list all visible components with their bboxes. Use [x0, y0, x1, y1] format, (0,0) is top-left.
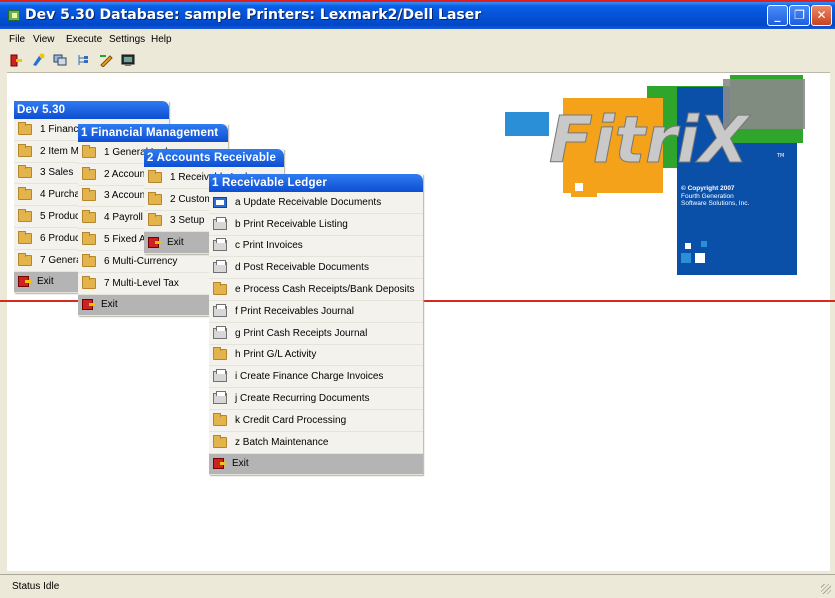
- menu-settings[interactable]: Settings: [109, 34, 145, 45]
- folder-icon: [18, 252, 32, 266]
- folder-icon: [82, 253, 96, 267]
- printer-icon: [213, 260, 227, 274]
- folder-icon: [213, 412, 227, 426]
- printer-icon: [213, 238, 227, 252]
- ledger-item[interactable]: z Batch Maintenance: [209, 432, 423, 454]
- ledger-item[interactable]: d Post Receivable Documents: [209, 257, 423, 280]
- receivable-menu-title: 2 Accounts Receivable: [144, 149, 284, 167]
- printer-icon: [213, 325, 227, 339]
- exit-icon: [213, 458, 226, 470]
- folder-icon: [82, 188, 96, 202]
- menu-view[interactable]: View: [33, 34, 55, 45]
- tree-icon[interactable]: [76, 53, 90, 67]
- folder-icon: [148, 213, 162, 227]
- folder-icon: [213, 434, 227, 448]
- paint-icon[interactable]: [31, 53, 45, 67]
- svg-text:TM: TM: [776, 153, 784, 159]
- folder-icon: [18, 209, 32, 223]
- printer-icon: [213, 369, 227, 383]
- folder-icon: [18, 143, 32, 157]
- folder-icon: [148, 169, 162, 183]
- ledger-item[interactable]: c Print Invoices: [209, 236, 423, 258]
- status-text: Status Idle: [12, 581, 60, 592]
- folder-icon: [82, 144, 96, 158]
- folder-icon: [82, 275, 96, 289]
- folder-icon: [148, 191, 162, 205]
- folder-icon: [213, 347, 227, 361]
- ledger-item[interactable]: e Process Cash Receipts/Bank Deposits: [209, 279, 423, 301]
- ledger-item[interactable]: h Print G/L Activity: [209, 345, 423, 367]
- toolbar: [0, 49, 835, 71]
- folder-icon: [18, 230, 32, 244]
- close-button[interactable]: ✕: [811, 5, 832, 26]
- folder-icon: [18, 121, 32, 135]
- folder-icon: [18, 187, 32, 201]
- financial-item-multi-level-tax[interactable]: 7 Multi-Level Tax: [78, 273, 228, 295]
- svg-text:FitriX: FitriX: [549, 104, 751, 178]
- exit-icon: [18, 276, 31, 288]
- folder-icon: [82, 166, 96, 180]
- exit-icon: [82, 299, 95, 311]
- restore-button[interactable]: ❐: [789, 5, 810, 26]
- minimize-button[interactable]: _: [767, 5, 788, 26]
- terminal-icon[interactable]: [121, 53, 135, 67]
- ledger-item[interactable]: f Print Receivables Journal: [209, 301, 423, 323]
- menu-file[interactable]: File: [9, 34, 25, 45]
- ledger-item[interactable]: j Create Recurring Documents: [209, 388, 423, 410]
- copyright-text: © Copyright 2007 Fourth Generation Softw…: [681, 185, 750, 207]
- dev-menu-title: Dev 5.30: [14, 101, 169, 119]
- financial-menu-title: 1 Financial Management: [78, 124, 228, 142]
- folder-icon: [213, 282, 227, 296]
- title-bar: Dev 5.30 Database: sample Printers: Lexm…: [0, 0, 835, 29]
- menu-help[interactable]: Help: [151, 34, 172, 45]
- menu-execute[interactable]: Execute: [66, 34, 102, 45]
- edit-icon[interactable]: [99, 53, 113, 68]
- ledger-item[interactable]: a Update Receivable Documents: [209, 192, 423, 214]
- ledger-item[interactable]: k Credit Card Processing: [209, 410, 423, 432]
- printer-icon: [213, 303, 227, 317]
- printer-icon: [213, 391, 227, 405]
- resize-grip[interactable]: [821, 584, 831, 594]
- ledger-item[interactable]: g Print Cash Receipts Journal: [209, 323, 423, 345]
- windows-icon[interactable]: [53, 53, 67, 67]
- fitrix-logo: FitriX TM © Copyright 2007 Fourth Genera…: [505, 75, 815, 285]
- ledger-exit[interactable]: Exit: [209, 453, 423, 476]
- ledger-item[interactable]: i Create Finance Charge Invoices: [209, 366, 423, 389]
- folder-icon: [18, 165, 32, 179]
- exit-icon: [148, 237, 161, 249]
- printer-icon: [213, 216, 227, 230]
- financial-item-multi-currency[interactable]: 6 Multi-Currency: [78, 251, 228, 273]
- menu-bar: File View Execute Settings Help: [0, 29, 835, 49]
- exit-icon[interactable]: [9, 53, 23, 67]
- financial-exit[interactable]: Exit: [78, 294, 228, 317]
- folder-icon: [82, 232, 96, 246]
- folder-icon: [82, 210, 96, 224]
- ledger-item[interactable]: b Print Receivable Listing: [209, 214, 423, 236]
- document-icon: [213, 196, 227, 208]
- window-title: Dev 5.30 Database: sample Printers: Lexm…: [25, 7, 482, 23]
- ledger-menu-title: 1 Receivable Ledger: [209, 174, 423, 192]
- app-icon: [8, 10, 20, 21]
- status-bar: Status Idle: [0, 574, 835, 598]
- ledger-menu: 1 Receivable Ledger a Update Receivable …: [209, 174, 423, 476]
